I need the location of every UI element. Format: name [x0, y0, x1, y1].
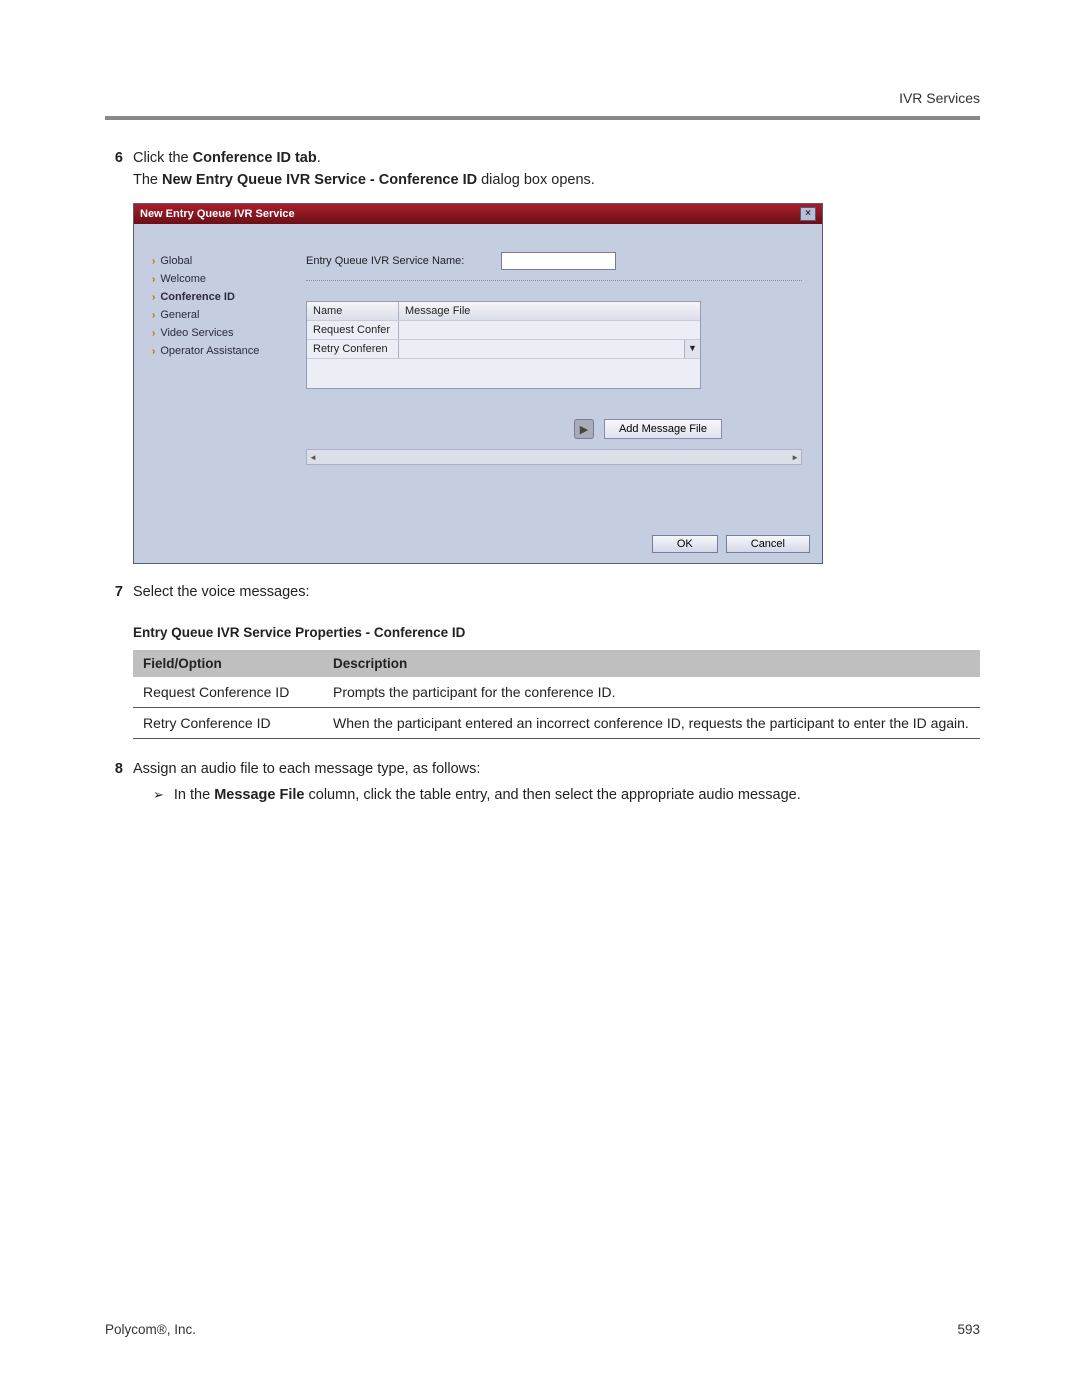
page-header: IVR Services [105, 90, 980, 120]
chevron-right-icon: › [152, 292, 155, 303]
ok-button[interactable]: OK [652, 535, 718, 553]
row-file[interactable] [399, 340, 684, 358]
chevron-right-icon: › [152, 274, 155, 285]
play-icon[interactable]: ▶ [574, 419, 594, 439]
desc-cell: Prompts the participant for the conferen… [323, 677, 980, 708]
footer-company: Polycom®, Inc. [105, 1322, 196, 1337]
message-table: Name Message File Request Confer Retry C… [306, 301, 701, 389]
section-title: IVR Services [899, 90, 980, 106]
desc-cell: When the participant entered an incorrec… [323, 708, 980, 739]
field-cell: Retry Conference ID [133, 708, 323, 739]
dialog-main: Entry Queue IVR Service Name: Name Messa… [299, 234, 812, 529]
step-7-number: 7 [105, 584, 133, 600]
table-row-empty [307, 358, 700, 388]
table-row: Retry Conference ID When the participant… [133, 708, 980, 739]
step-6-subtext: The New Entry Queue IVR Service - Confer… [133, 172, 980, 188]
message-table-header: Name Message File [307, 302, 700, 320]
sidebar-item-operator-assistance[interactable]: ›Operator Assistance [152, 342, 295, 360]
service-name-input[interactable] [501, 252, 616, 270]
step-8-text: Assign an audio file to each message typ… [133, 761, 980, 777]
chevron-right-icon: › [152, 256, 155, 267]
field-cell: Request Conference ID [133, 677, 323, 708]
dialog-sidebar: ›Global ›Welcome ›Conference ID ›General… [144, 234, 299, 529]
table-row[interactable]: Request Confer [307, 320, 700, 339]
step-8-bullet: ➢ In the Message File column, click the … [153, 787, 980, 803]
close-icon[interactable]: × [800, 207, 816, 221]
col-field-header: Field/Option [133, 650, 323, 677]
col-desc-header: Description [323, 650, 980, 677]
bullet-arrow-icon: ➢ [153, 787, 164, 803]
scroll-right-icon[interactable]: ► [791, 453, 799, 462]
sidebar-item-global[interactable]: ›Global [152, 252, 295, 270]
page-footer: Polycom®, Inc. 593 [105, 1322, 980, 1337]
col-file-header: Message File [399, 302, 700, 320]
dialog-screenshot: New Entry Queue IVR Service × ›Global ›W… [133, 203, 823, 564]
separator [306, 280, 802, 281]
horizontal-scrollbar[interactable]: ◄ ► [306, 449, 802, 465]
scroll-left-icon[interactable]: ◄ [309, 453, 317, 462]
row-name: Retry Conferen [307, 340, 399, 358]
dialog: New Entry Queue IVR Service × ›Global ›W… [133, 203, 823, 564]
col-name-header: Name [307, 302, 399, 320]
sidebar-item-conference-id[interactable]: ›Conference ID [152, 288, 295, 306]
step-8: 8 Assign an audio file to each message t… [105, 761, 980, 777]
chevron-right-icon: › [152, 346, 155, 357]
row-name: Request Confer [307, 321, 399, 339]
chevron-right-icon: › [152, 328, 155, 339]
footer-page-number: 593 [957, 1322, 980, 1337]
properties-table-title: Entry Queue IVR Service Properties - Con… [133, 625, 980, 640]
row-file[interactable] [399, 321, 700, 339]
service-name-label: Entry Queue IVR Service Name: [306, 255, 501, 267]
step-6-text: Click the Conference ID tab. [133, 150, 980, 166]
cancel-button[interactable]: Cancel [726, 535, 810, 553]
step-7-text: Select the voice messages: [133, 584, 980, 600]
step-8-number: 8 [105, 761, 133, 777]
step-6-number: 6 [105, 150, 133, 166]
add-message-file-button[interactable]: Add Message File [604, 419, 722, 439]
sidebar-item-video-services[interactable]: ›Video Services [152, 324, 295, 342]
step-7: 7 Select the voice messages: [105, 584, 980, 600]
dropdown-arrow-icon[interactable]: ▼ [684, 340, 700, 358]
dialog-title-text: New Entry Queue IVR Service [140, 208, 295, 220]
sidebar-item-general[interactable]: ›General [152, 306, 295, 324]
dialog-titlebar: New Entry Queue IVR Service × [134, 204, 822, 224]
step-6: 6 Click the Conference ID tab. [105, 150, 980, 166]
sidebar-item-welcome[interactable]: ›Welcome [152, 270, 295, 288]
properties-table: Field/Option Description Request Confere… [133, 650, 980, 739]
table-row: Request Conference ID Prompts the partic… [133, 677, 980, 708]
chevron-right-icon: › [152, 310, 155, 321]
table-row[interactable]: Retry Conferen ▼ [307, 339, 700, 358]
